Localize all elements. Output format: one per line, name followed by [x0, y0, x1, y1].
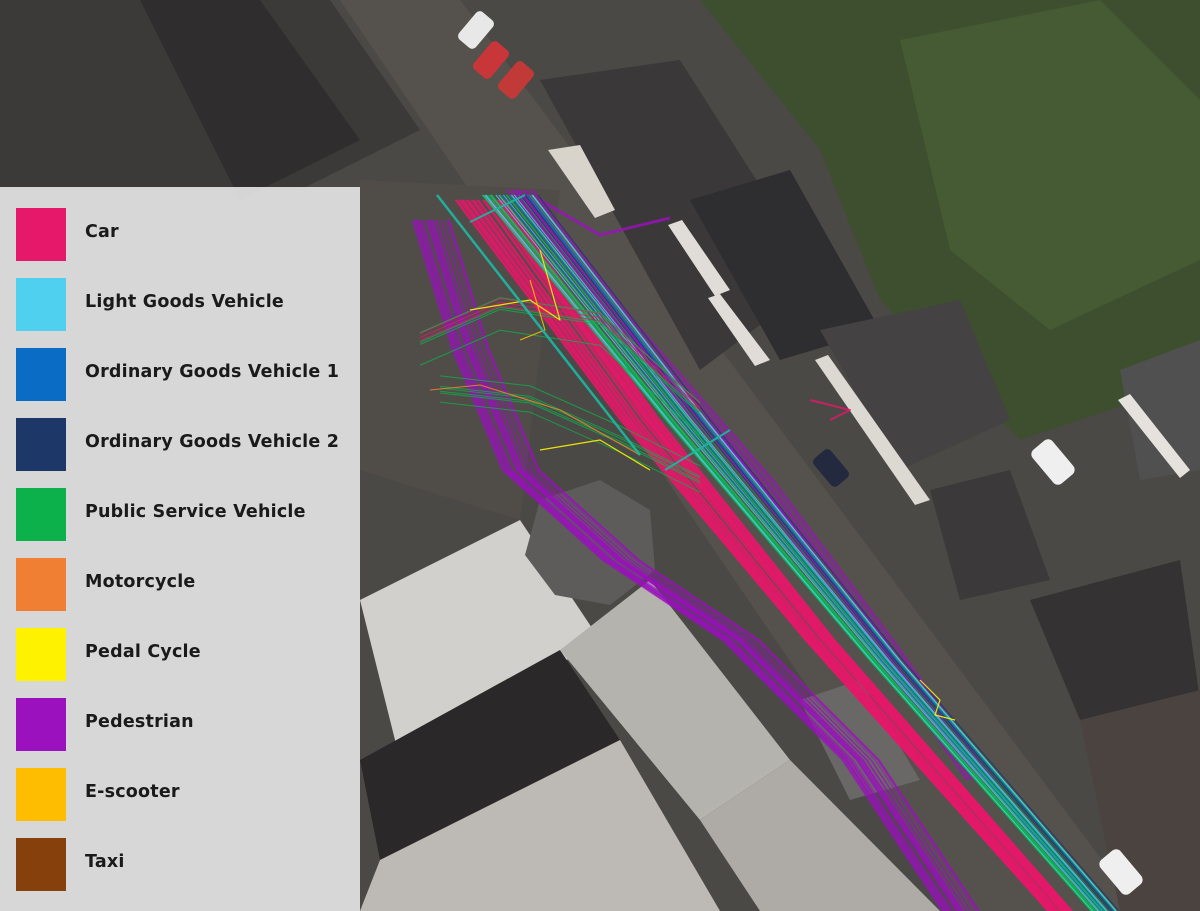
legend-label-taxi: Taxi	[85, 852, 125, 872]
legend-label-lgv: Light Goods Vehicle	[85, 292, 284, 312]
legend-swatch-motorcycle	[16, 558, 66, 611]
legend-swatch-psv	[16, 488, 66, 541]
legend-label-psv: Public Service Vehicle	[85, 502, 306, 522]
legend-swatch-ogv1	[16, 348, 66, 401]
legend-swatch-e-scooter	[16, 768, 66, 821]
legend-label-ogv2: Ordinary Goods Vehicle 2	[85, 432, 340, 452]
legend-item-pedestrian: Pedestrian	[0, 698, 360, 768]
legend-item-motorcycle: Motorcycle	[0, 558, 360, 628]
legend-swatch-ogv2	[16, 418, 66, 471]
legend-label-ogv1: Ordinary Goods Vehicle 1	[85, 362, 340, 382]
legend-label-e-scooter: E-scooter	[85, 782, 180, 802]
legend-swatch-pedestrian	[16, 698, 66, 751]
legend-label-pedestrian: Pedestrian	[85, 712, 194, 732]
legend-item-ogv1: Ordinary Goods Vehicle 1	[0, 348, 360, 418]
legend-item-car: Car	[0, 208, 360, 278]
legend-swatch-taxi	[16, 838, 66, 891]
legend-label-motorcycle: Motorcycle	[85, 572, 196, 592]
legend-panel: Car Light Goods Vehicle Ordinary Goods V…	[0, 187, 360, 911]
legend-item-pedal-cycle: Pedal Cycle	[0, 628, 360, 698]
legend-item-psv: Public Service Vehicle	[0, 488, 360, 558]
legend-item-lgv: Light Goods Vehicle	[0, 278, 360, 348]
legend-label-car: Car	[85, 222, 119, 242]
legend-item-ogv2: Ordinary Goods Vehicle 2	[0, 418, 360, 488]
legend-swatch-lgv	[16, 278, 66, 331]
legend-item-taxi: Taxi	[0, 838, 360, 908]
legend-item-e-scooter: E-scooter	[0, 768, 360, 838]
legend-swatch-pedal-cycle	[16, 628, 66, 681]
legend-label-pedal-cycle: Pedal Cycle	[85, 642, 201, 662]
legend-swatch-car	[16, 208, 66, 261]
